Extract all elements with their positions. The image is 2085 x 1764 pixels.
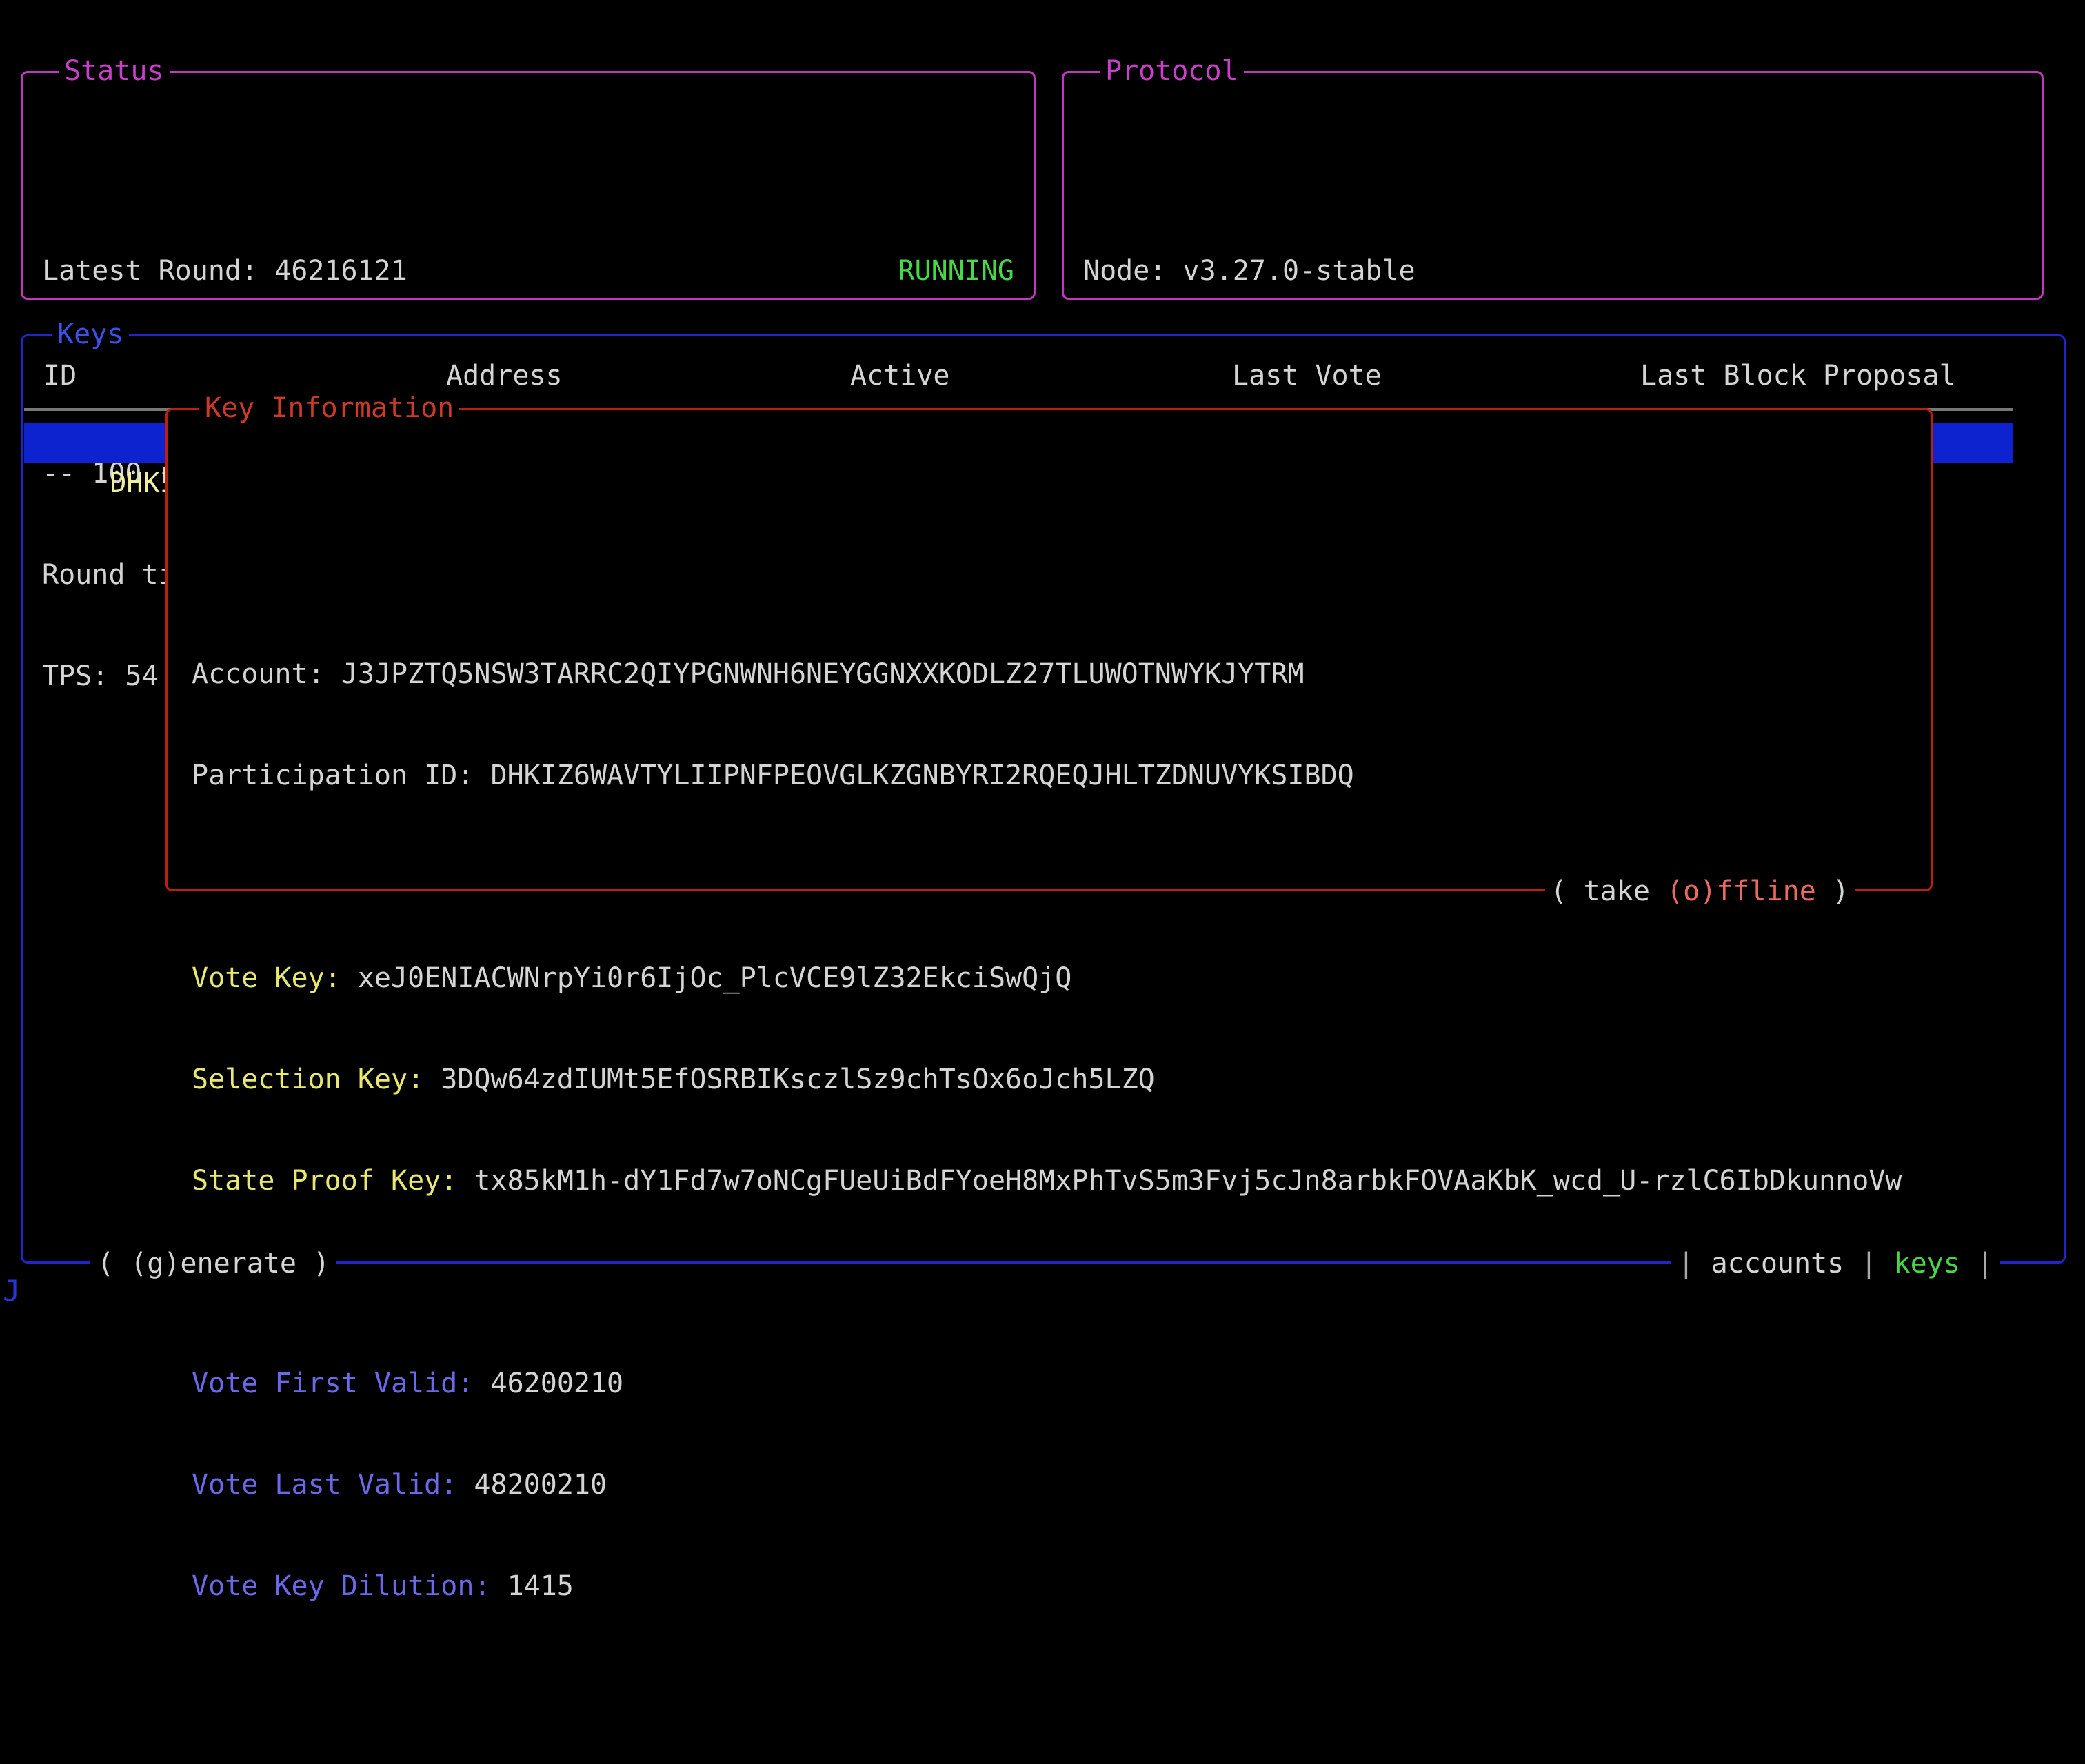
vote-first-valid-label: Vote First Valid:: [192, 1365, 490, 1403]
column-header-last-block-proposal: Last Block Proposal: [1640, 357, 1956, 395]
participation-id-label: Participation ID:: [192, 757, 490, 795]
status-panel: Status Latest Round: 46216121 RUNNING --…: [21, 71, 1036, 300]
vote-key-dilution-value: 1415: [507, 1568, 574, 1605]
vote-last-valid-value: 48200210: [474, 1466, 607, 1504]
stray-glyph: J: [3, 1274, 20, 1308]
vote-key-label: Vote Key:: [192, 960, 358, 997]
node-version-text: Node: v3.27.0-stable: [1083, 252, 1416, 290]
selection-key-label: Selection Key:: [192, 1061, 441, 1099]
offline-hotkey: (o)ffline: [1666, 875, 1816, 907]
column-header-address: Address: [446, 357, 563, 395]
offline-button-prefix: ( take: [1551, 875, 1667, 907]
column-header-last-vote: Last Vote: [1232, 357, 1382, 395]
state-proof-key-label: State Proof Key:: [192, 1162, 474, 1200]
selection-key-value: 3DQw64zdIUMt5EfOSRBIKsczlSz9chTsOx6oJch5…: [441, 1061, 1155, 1099]
vote-key-value: xeJ0ENIACWNrpYi0r6IjOc_PlcVCE9lZ32EkciSw…: [358, 960, 1072, 997]
tab-separator: |: [1960, 1248, 1993, 1279]
account-value: J3JPZTQ5NSW3TARRC2QIYPGNWNH6NEYGGNXXKODL…: [341, 656, 1305, 693]
latest-round-text: Latest Round: 46216121: [42, 252, 407, 290]
column-header-id: ID: [43, 357, 77, 395]
state-proof-key-value: tx85kM1h-dY1Fd7w7oNCgFUeUiBdFYoeH8MxPhTv…: [474, 1162, 1902, 1200]
key-information-title: Key Information: [199, 390, 459, 426]
run-state-badge: RUNNING: [898, 252, 1014, 290]
column-header-active: Active: [850, 357, 950, 395]
protocol-panel: Protocol Node: v3.27.0-stable Network: m…: [1062, 71, 2044, 300]
status-panel-title: Status: [59, 53, 170, 89]
offline-button-suffix: ): [1816, 875, 1849, 907]
account-label: Account:: [192, 656, 341, 693]
key-information-modal: Key Information Account: J3JPZTQ5NSW3TAR…: [165, 408, 1933, 891]
vote-key-dilution-label: Vote Key Dilution:: [192, 1568, 507, 1605]
protocol-panel-title: Protocol: [1100, 53, 1244, 89]
blank-line: [192, 1264, 1931, 1301]
keys-panel-title: Keys: [52, 316, 129, 352]
vote-first-valid-value: 46200210: [490, 1365, 623, 1403]
participation-id-value: DHKIZ6WAVTYLIIPNFPEOVGLKZGNBYRI2RQEQJHLT…: [490, 757, 1353, 795]
take-offline-button[interactable]: ( take (o)ffline ): [1545, 873, 1855, 909]
vote-last-valid-label: Vote Last Valid:: [192, 1466, 474, 1504]
